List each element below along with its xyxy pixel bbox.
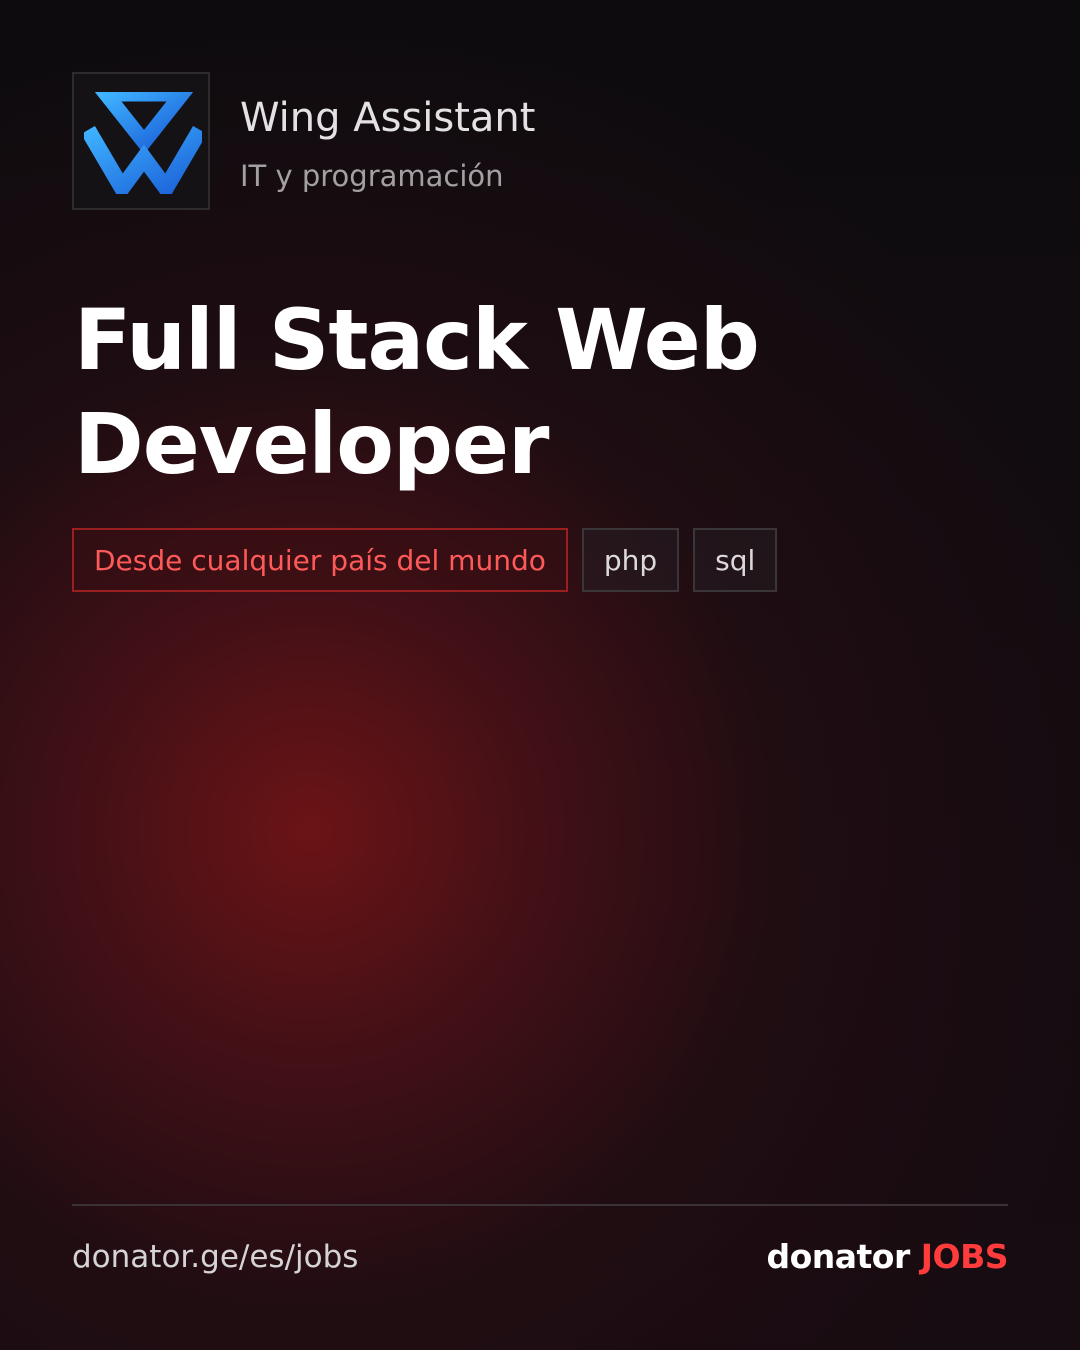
tag-skill-php: php	[581, 528, 680, 592]
brand-logo: donator JOBS	[766, 1236, 1008, 1278]
footer-divider	[72, 1204, 1008, 1206]
company-category: IT y programación	[240, 159, 504, 193]
tag-list: Desde cualquier país del mundo php sql	[72, 528, 778, 592]
tag-location: Desde cualquier país del mundo	[72, 528, 568, 592]
job-title: Full Stack Web Developer	[74, 291, 760, 493]
footer-url: donator.ge/es/jobs	[72, 1239, 359, 1275]
brand-main-text: donator	[766, 1237, 910, 1276]
brand-accent-text: JOBS	[920, 1237, 1009, 1276]
tag-skill-sql: sql	[693, 528, 778, 592]
wing-assistant-logo-icon	[84, 92, 202, 194]
company-logo	[72, 72, 210, 210]
company-name: Wing Assistant	[240, 95, 536, 141]
